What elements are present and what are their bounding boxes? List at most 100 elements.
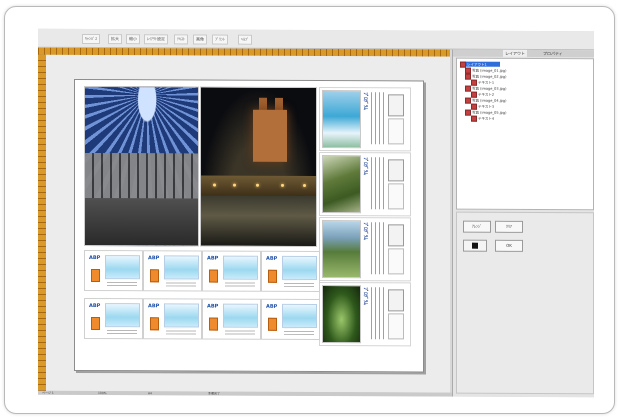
tree-node[interactable]: テキスト1 <box>471 79 495 86</box>
side-card-stamp <box>388 224 404 247</box>
ok-button[interactable]: OK <box>495 239 523 252</box>
product-box-icon <box>209 317 218 331</box>
business-card[interactable]: ABP <box>202 250 261 292</box>
color-swatch-button[interactable] <box>463 239 487 252</box>
street-lamp <box>303 183 306 187</box>
tab-properties[interactable]: プロパティ <box>541 50 565 57</box>
street-lamp <box>281 183 284 187</box>
control-panel: ｱﾚﾝｼﾞ ｸﾘｱ OK <box>456 211 594 395</box>
toolbar-button[interactable]: ﾌﾟﾘﾝﾄ <box>212 34 228 45</box>
toolbar-button[interactable]: 拡大 <box>108 34 122 45</box>
layout-canvas[interactable]: ﾌﾟﾛｸﾞﾗﾑ ﾌﾟﾛｸﾞﾗﾑ ﾌﾟﾛｸﾞﾗﾑ ﾌﾟﾛｸﾞﾗﾑ ABP ABP … <box>46 54 450 393</box>
street-lamp <box>213 183 216 187</box>
side-card-photo <box>322 155 361 214</box>
photo-night-cathedral[interactable] <box>200 86 317 248</box>
status-bar: ページ 1 100% A4 準備完了 <box>38 390 452 397</box>
layout-tree[interactable]: レイアウト1 写真 (image_01.jpg) 写真 (image_02.jp… <box>456 57 594 211</box>
toolbar-button[interactable]: ﾃｷｽﾄ <box>174 34 188 45</box>
business-card[interactable]: ABP <box>261 250 320 293</box>
print-page[interactable]: ﾌﾟﾛｸﾞﾗﾑ ﾌﾟﾛｸﾞﾗﾑ ﾌﾟﾛｸﾞﾗﾑ ﾌﾟﾛｸﾞﾗﾑ ABP ABP … <box>74 78 424 373</box>
tree-node[interactable]: テキスト4 <box>471 115 495 122</box>
side-card-brand: ﾌﾟﾛｸﾞﾗﾑ <box>362 287 368 305</box>
side-card[interactable]: ﾌﾟﾛｸﾞﾗﾑ <box>319 282 411 347</box>
clear-button[interactable]: ｸﾘｱ <box>495 220 523 233</box>
tree-node-label: 写真 (image_05.jpg) <box>472 110 507 115</box>
business-card[interactable]: ABP <box>84 249 143 292</box>
side-card-text <box>371 157 385 210</box>
tree-node[interactable]: テキスト3 <box>471 103 494 110</box>
business-card-banner <box>223 255 258 280</box>
side-card-brand: ﾌﾟﾛｸﾞﾗﾑ <box>362 222 368 240</box>
business-card[interactable]: ABP <box>143 298 202 340</box>
status-message: 準備完了 <box>208 391 221 396</box>
status-page: ページ 1 <box>42 390 54 395</box>
arrange-button[interactable]: ｱﾚﾝｼﾞ <box>463 220 491 233</box>
business-card-banner <box>105 255 140 280</box>
application-window: ｷｬﾝﾊﾞｽ 拡大 縮小 ﾚｲｱｳﾄ設定 ﾃｷｽﾄ 画像 ﾌﾟﾘﾝﾄ ﾍﾙﾌﾟ <box>38 28 594 398</box>
business-card-logo: ABP <box>89 255 101 262</box>
side-card[interactable]: ﾌﾟﾛｸﾞﾗﾑ <box>319 87 411 152</box>
right-panel: レイアウト プロパティ レイアウト1 写真 (image_01.jpg) 写真 … <box>452 49 594 398</box>
tree-node-root[interactable]: レイアウト1 <box>460 61 500 68</box>
swatch-icon <box>472 242 478 249</box>
tree-node[interactable]: 写真 (image_02.jpg) <box>465 73 506 80</box>
business-card-logo: ABP <box>266 303 278 310</box>
side-card-stamp <box>388 289 404 312</box>
toolbar-button[interactable]: 画像 <box>193 34 207 45</box>
tree-node[interactable]: テキスト2 <box>471 91 495 98</box>
business-card-banner <box>282 255 317 281</box>
side-card-detail <box>388 313 404 340</box>
business-card[interactable]: ABP <box>202 298 261 340</box>
side-card-brand: ﾌﾟﾛｸﾞﾗﾑ <box>362 92 368 110</box>
business-card[interactable]: ABP <box>143 250 202 292</box>
toolbar-button[interactable]: ﾚｲｱｳﾄ設定 <box>144 34 168 45</box>
business-card-banner <box>164 303 199 328</box>
business-card-banner <box>223 303 258 328</box>
tree-node-label: テキスト1 <box>478 80 495 85</box>
tree-node[interactable]: 写真 (image_03.jpg) <box>465 85 507 92</box>
side-card-text <box>371 222 385 275</box>
business-card-text <box>107 280 137 287</box>
product-box-icon <box>268 269 277 283</box>
business-card-text <box>166 328 196 335</box>
side-card[interactable]: ﾌﾟﾛｸﾞﾗﾑ <box>319 152 411 217</box>
side-card-text <box>371 287 385 340</box>
business-card-text <box>107 328 137 335</box>
business-card-text <box>284 328 314 335</box>
side-card-photo <box>322 90 361 149</box>
layer-icon <box>471 115 477 122</box>
toolbar: ｷｬﾝﾊﾞｽ 拡大 縮小 ﾚｲｱｳﾄ設定 ﾃｷｽﾄ 画像 ﾌﾟﾘﾝﾄ ﾍﾙﾌﾟ <box>38 28 594 51</box>
business-card-text <box>166 280 196 287</box>
side-card-stamp <box>388 94 404 117</box>
business-card-banner <box>164 255 199 280</box>
business-card-banner <box>282 303 317 329</box>
business-card-text <box>284 280 314 287</box>
product-box-icon <box>150 317 159 331</box>
side-card-detail <box>388 183 404 210</box>
business-card[interactable]: ABP <box>261 298 320 341</box>
tree-node[interactable]: 写真 (image_01.jpg) <box>465 67 506 74</box>
photo-dome-gallery[interactable] <box>84 85 199 247</box>
vertical-ruler <box>38 54 46 391</box>
tree-node[interactable]: 写真 (image_05.jpg) <box>465 109 507 116</box>
tree-node[interactable]: 写真 (image_04.jpg) <box>465 97 506 104</box>
tree-node-label: テキスト4 <box>478 116 495 121</box>
status-paper: A4 <box>148 391 152 396</box>
business-card[interactable]: ABP <box>84 297 143 340</box>
business-card-text <box>225 280 255 287</box>
tree-node-label: テキスト2 <box>478 92 495 97</box>
business-card-logo: ABP <box>207 303 219 310</box>
street-lamp <box>256 183 259 187</box>
toolbar-button[interactable]: ｷｬﾝﾊﾞｽ <box>82 33 100 45</box>
business-card-logo: ABP <box>266 255 278 262</box>
side-card[interactable]: ﾌﾟﾛｸﾞﾗﾑ <box>319 217 411 282</box>
side-card-detail <box>388 248 404 275</box>
toolbar-button[interactable]: 縮小 <box>126 34 140 45</box>
business-card-logo: ABP <box>148 255 160 262</box>
tab-layout[interactable]: レイアウト <box>503 49 527 57</box>
toolbar-button[interactable]: ﾍﾙﾌﾟ <box>238 34 252 45</box>
tree-node-label: 写真 (image_03.jpg) <box>472 86 507 91</box>
tree-node-label: レイアウト1 <box>467 62 487 67</box>
side-card-brand: ﾌﾟﾛｸﾞﾗﾑ <box>362 157 368 175</box>
product-box-icon <box>91 269 100 283</box>
